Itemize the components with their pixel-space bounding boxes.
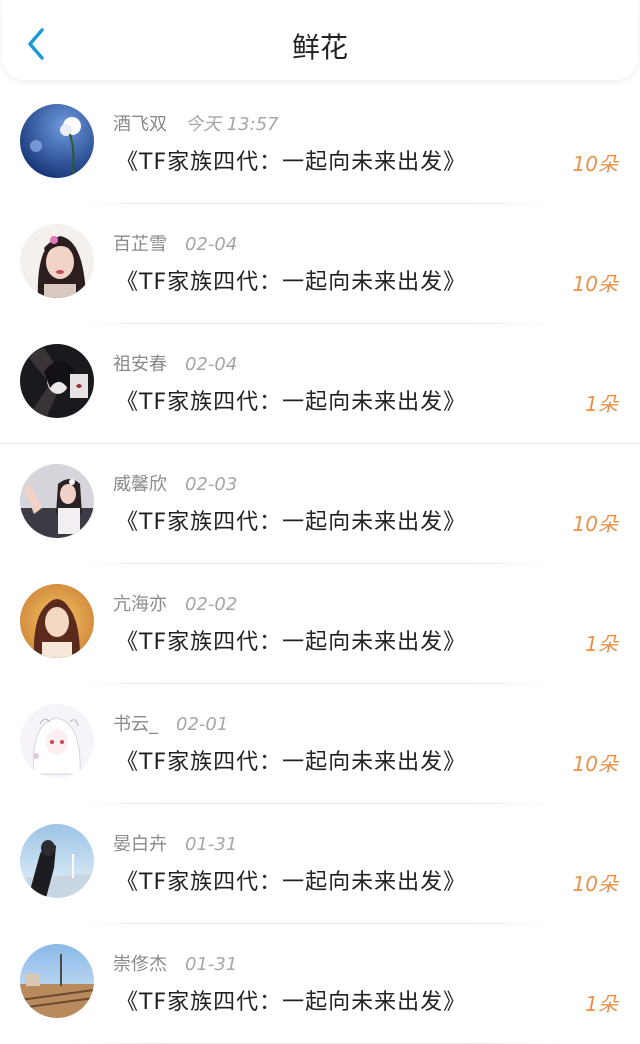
item-meta: 书云_ 02-01 bbox=[113, 710, 228, 736]
work-title: 《TF家族四代：一起向未来出发》 bbox=[116, 150, 467, 175]
avatar[interactable] bbox=[20, 104, 94, 178]
list-item[interactable]: 晏白卉 01-31 《TF家族四代：一起向未来出发》 10朵 bbox=[0, 804, 640, 924]
send-date: 今天 13:57 bbox=[185, 114, 279, 135]
item-meta: 百芷雪 02-04 bbox=[113, 230, 237, 256]
flower-count: 1朵 bbox=[585, 392, 618, 416]
work-title: 《TF家族四代：一起向未来出发》 bbox=[116, 270, 467, 295]
list-item[interactable]: 崇俢杰 01-31 《TF家族四代：一起向未来出发》 1朵 bbox=[0, 924, 640, 1044]
page-title: 鲜花 bbox=[291, 31, 348, 64]
work-title: 《TF家族四代：一起向未来出发》 bbox=[116, 630, 467, 655]
avatar[interactable] bbox=[20, 464, 94, 538]
header-bar: 鲜花 bbox=[2, 0, 638, 80]
send-date: 02-04 bbox=[185, 234, 238, 255]
work-title: 《TF家族四代：一起向未来出发》 bbox=[116, 750, 467, 775]
list-item[interactable]: 亢海亦 02-02 《TF家族四代：一起向未来出发》 1朵 bbox=[0, 564, 640, 684]
item-meta: 晏白卉 01-31 bbox=[113, 830, 237, 856]
list-item[interactable]: 书云_ 02-01 《TF家族四代：一起向未来出发》 10朵 bbox=[0, 684, 640, 804]
avatar-image bbox=[20, 464, 94, 538]
avatar[interactable] bbox=[20, 224, 94, 298]
flower-count: 1朵 bbox=[585, 632, 618, 656]
sender-name: 威馨欣 bbox=[113, 474, 167, 495]
sender-name: 酒飞双 bbox=[113, 114, 167, 135]
flower-count: 10朵 bbox=[572, 512, 618, 536]
item-meta: 亢海亦 02-02 bbox=[113, 590, 237, 616]
avatar[interactable] bbox=[20, 704, 94, 778]
avatar[interactable] bbox=[20, 824, 94, 898]
avatar-image bbox=[20, 944, 94, 1018]
avatar[interactable] bbox=[20, 944, 94, 1018]
list-item[interactable]: 酒飞双 今天 13:57 《TF家族四代：一起向未来出发》 10朵 bbox=[0, 84, 640, 204]
send-date: 02-04 bbox=[185, 354, 238, 375]
sender-name: 晏白卉 bbox=[113, 834, 167, 855]
avatar[interactable] bbox=[20, 584, 94, 658]
avatar-image bbox=[20, 584, 94, 658]
item-meta: 祖安春 02-04 bbox=[113, 350, 237, 376]
work-title: 《TF家族四代：一起向未来出发》 bbox=[116, 870, 467, 895]
flower-count: 10朵 bbox=[572, 152, 618, 176]
send-date: 01-31 bbox=[185, 834, 238, 855]
list-item[interactable]: 祖安春 02-04 《TF家族四代：一起向未来出发》 1朵 bbox=[0, 324, 640, 444]
sender-name: 百芷雪 bbox=[113, 234, 167, 255]
sender-name: 书云_ bbox=[113, 714, 158, 735]
flower-count: 10朵 bbox=[572, 752, 618, 776]
avatar-image bbox=[20, 704, 94, 778]
item-meta: 崇俢杰 01-31 bbox=[113, 950, 237, 976]
list-item[interactable]: 威馨欣 02-03 《TF家族四代：一起向未来出发》 10朵 bbox=[0, 444, 640, 564]
send-date: 02-03 bbox=[185, 474, 238, 495]
sender-name: 崇俢杰 bbox=[113, 954, 167, 975]
item-meta: 酒飞双 今天 13:57 bbox=[113, 110, 279, 136]
flower-list: 酒飞双 今天 13:57 《TF家族四代：一起向未来出发》 10朵 百芷雪 02-0… bbox=[0, 84, 640, 1044]
avatar-image bbox=[20, 224, 94, 298]
flower-count: 10朵 bbox=[572, 272, 618, 296]
avatar-image bbox=[20, 824, 94, 898]
work-title: 《TF家族四代：一起向未来出发》 bbox=[116, 990, 467, 1015]
work-title: 《TF家族四代：一起向未来出发》 bbox=[116, 390, 467, 415]
send-date: 02-02 bbox=[185, 594, 238, 615]
sender-name: 亢海亦 bbox=[113, 594, 167, 615]
flower-count: 1朵 bbox=[585, 992, 618, 1016]
avatar[interactable] bbox=[20, 344, 94, 418]
avatar-image bbox=[20, 344, 94, 418]
sender-name: 祖安春 bbox=[113, 354, 167, 375]
item-meta: 威馨欣 02-03 bbox=[113, 470, 237, 496]
flower-count: 10朵 bbox=[572, 872, 618, 896]
send-date: 01-31 bbox=[185, 954, 238, 975]
work-title: 《TF家族四代：一起向未来出发》 bbox=[116, 510, 467, 535]
send-date: 02-01 bbox=[176, 714, 229, 735]
list-item[interactable]: 百芷雪 02-04 《TF家族四代：一起向未来出发》 10朵 bbox=[0, 204, 640, 324]
avatar-image bbox=[20, 104, 94, 178]
